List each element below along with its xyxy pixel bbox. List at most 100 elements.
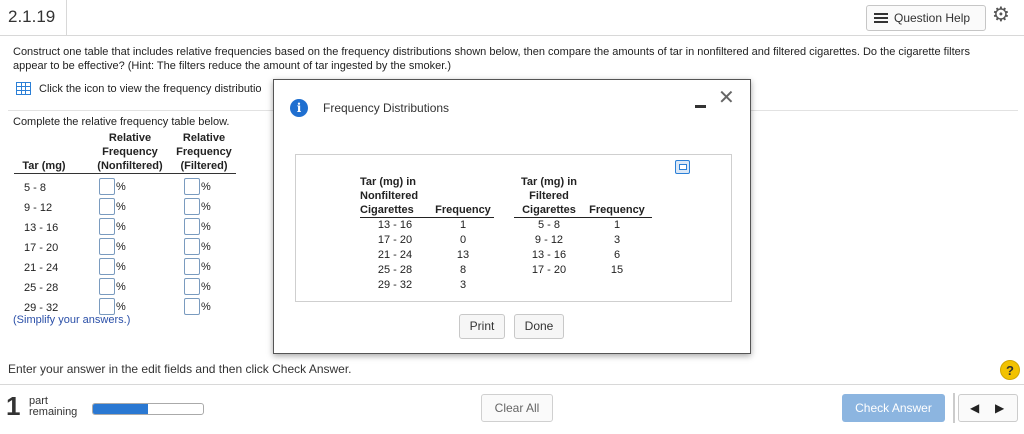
- filtered-frequency: 6: [613, 249, 621, 261]
- percent-symbol: %: [201, 181, 211, 193]
- filtered-input[interactable]: [184, 218, 200, 235]
- table-row: 9 - 12%%: [14, 198, 244, 218]
- clear-all-button[interactable]: Clear All: [481, 394, 553, 422]
- table-row: 17 - 20%%: [14, 238, 244, 258]
- print-button[interactable]: Print: [459, 314, 505, 339]
- filtered-input[interactable]: [184, 278, 200, 295]
- table-row: 25 - 28%%: [14, 278, 244, 298]
- parts-remaining-count: 1: [6, 391, 21, 421]
- nonfiltered-input[interactable]: [99, 178, 115, 195]
- header-underline: [14, 173, 236, 174]
- minimize-icon[interactable]: [695, 105, 706, 108]
- help-icon[interactable]: ?: [1000, 360, 1020, 380]
- header-line: Relative: [182, 132, 226, 144]
- tar-class: 13 - 16: [24, 222, 59, 234]
- nonfiltered-input[interactable]: [99, 198, 115, 215]
- filtered-input[interactable]: [184, 298, 200, 315]
- header-underline: [514, 217, 652, 218]
- nonfiltered-frequency-header: Frequency: [435, 204, 491, 216]
- filtered-header: Relative Frequency (Filtered): [168, 131, 240, 173]
- dialog-title: Frequency Distributions: [323, 101, 450, 115]
- percent-symbol: %: [116, 261, 126, 273]
- problem-number: 2.1.19: [8, 7, 56, 26]
- percent-symbol: %: [201, 301, 211, 313]
- icon-link-text: Click the icon to view the frequency dis…: [39, 82, 262, 95]
- tar-class: 5 - 8: [24, 182, 47, 194]
- nonfiltered-input[interactable]: [99, 278, 115, 295]
- table-instruction: Complete the relative frequency table be…: [13, 116, 230, 128]
- header-line: Frequency: [102, 146, 158, 158]
- header-underline: [360, 217, 494, 218]
- header-line: Cigarettes: [522, 204, 576, 216]
- nonfiltered-header: Relative Frequency (Nonfiltered): [88, 131, 172, 173]
- previous-icon[interactable]: ◀: [970, 401, 979, 415]
- check-answer-button[interactable]: Check Answer: [842, 394, 945, 422]
- info-icon: i: [290, 99, 308, 117]
- gear-icon[interactable]: ⚙: [992, 5, 1010, 25]
- divider: [66, 0, 67, 36]
- close-icon[interactable]: ✕: [718, 88, 735, 108]
- question-navigation: ◀ ▶: [958, 394, 1018, 422]
- tar-header: Tar (mg): [22, 160, 66, 172]
- list-icon: [874, 13, 888, 23]
- percent-symbol: %: [116, 221, 126, 233]
- remaining-label: remaining: [29, 406, 78, 418]
- filtered-class-header: Tar (mg) in Filtered Cigarettes: [514, 175, 584, 217]
- header-line: Cigarettes: [360, 204, 414, 216]
- nonfiltered-frequency: 0: [459, 234, 467, 246]
- footer-instruction: Enter your answer in the edit fields and…: [8, 362, 352, 376]
- filtered-frequency: 3: [613, 234, 621, 246]
- header-line: Filtered: [529, 190, 569, 202]
- progress-fill: [93, 404, 148, 414]
- tar-class: 9 - 12: [24, 202, 53, 214]
- bottom-bar: 1 part remaining Clear All Check Answer …: [0, 384, 1024, 434]
- filtered-input[interactable]: [184, 178, 200, 195]
- table-row: 13 - 16%%: [14, 218, 244, 238]
- frequency-distribution-link[interactable]: Click the icon to view the frequency dis…: [16, 82, 278, 95]
- tar-class: 21 - 24: [24, 262, 59, 274]
- header-line: Tar (mg) in: [360, 176, 417, 188]
- filtered-input[interactable]: [184, 238, 200, 255]
- header-line: Relative: [108, 132, 152, 144]
- progress-bar: [92, 403, 204, 415]
- tar-class: 17 - 20: [24, 242, 59, 254]
- next-icon[interactable]: ▶: [995, 401, 1004, 415]
- nonfiltered-class: 13 - 16: [377, 219, 413, 231]
- percent-symbol: %: [201, 201, 211, 213]
- table-icon[interactable]: [16, 82, 31, 95]
- header-line: Frequency: [176, 146, 232, 158]
- top-bar: 2.1.19 Question Help ⚙: [0, 0, 1024, 36]
- header-line: (Filtered): [180, 160, 228, 172]
- nonfiltered-input[interactable]: [99, 298, 115, 315]
- filtered-class: 5 - 8: [537, 219, 560, 231]
- percent-symbol: %: [116, 281, 126, 293]
- nonfiltered-frequency: 1: [459, 219, 467, 231]
- percent-symbol: %: [201, 221, 211, 233]
- header-line: Nonfiltered: [360, 190, 419, 202]
- percent-symbol: %: [116, 181, 126, 193]
- filtered-class: 17 - 20: [531, 264, 567, 276]
- done-button[interactable]: Done: [514, 314, 564, 339]
- parts-remaining-label: part remaining: [29, 396, 77, 418]
- question-help-button[interactable]: Question Help: [866, 5, 986, 31]
- percent-symbol: %: [201, 241, 211, 253]
- filtered-input[interactable]: [184, 258, 200, 275]
- filtered-class: 9 - 12: [534, 234, 564, 246]
- percent-symbol: %: [116, 201, 126, 213]
- nonfiltered-input[interactable]: [99, 218, 115, 235]
- question-prompt: Construct one table that includes relati…: [13, 46, 970, 72]
- percent-symbol: %: [201, 261, 211, 273]
- filtered-frequency-header: Frequency: [589, 204, 645, 216]
- nonfiltered-class: 21 - 24: [377, 249, 413, 261]
- nonfiltered-class: 25 - 28: [377, 264, 413, 276]
- nonfiltered-class-header: Tar (mg) in Nonfiltered Cigarettes: [360, 175, 430, 217]
- table-row: 21 - 24%%: [14, 258, 244, 278]
- nonfiltered-frequency: 13: [456, 249, 470, 261]
- nonfiltered-input[interactable]: [99, 258, 115, 275]
- simplify-note: (Simplify your answers.): [13, 314, 131, 326]
- filtered-input[interactable]: [184, 198, 200, 215]
- nonfiltered-frequency: 8: [459, 264, 467, 276]
- tar-class: 25 - 28: [24, 282, 59, 294]
- nonfiltered-input[interactable]: [99, 238, 115, 255]
- copy-icon[interactable]: [675, 160, 690, 174]
